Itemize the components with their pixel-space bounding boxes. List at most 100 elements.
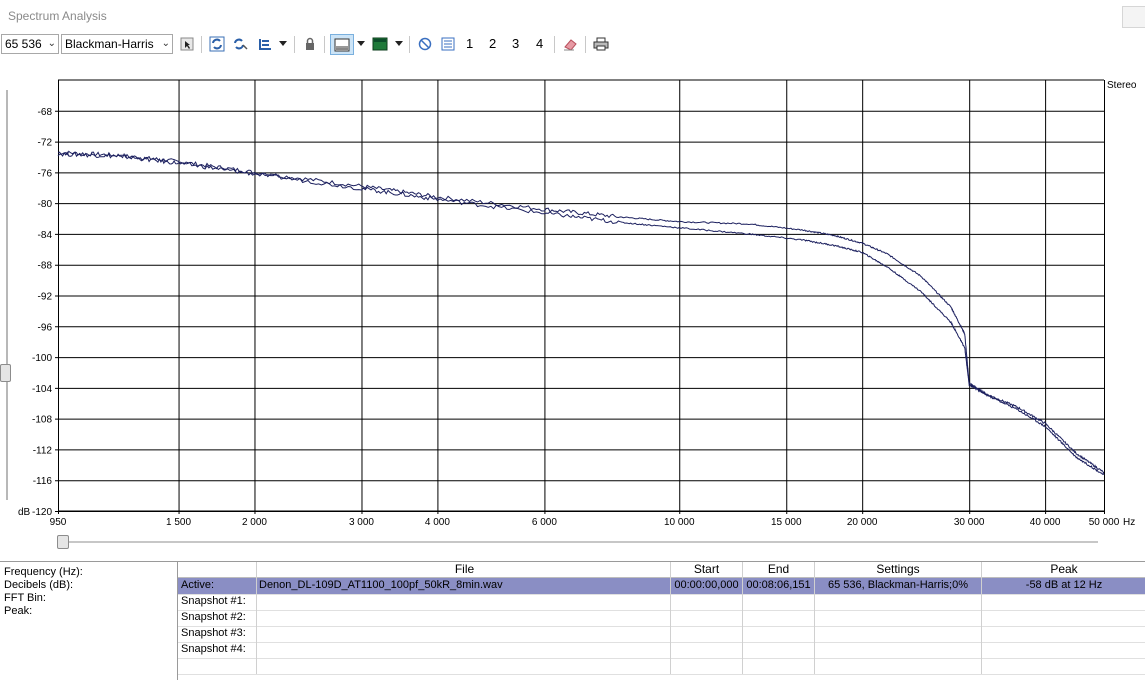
- spectrum-line-2: [57, 151, 1105, 476]
- amplitude-slider-track[interactable]: [6, 90, 8, 500]
- snapshot-2-button[interactable]: 2: [489, 36, 496, 51]
- x-axis-ticks: 950 1 500 2 000 3 000 4 000 6 000 10 000 15 000…: [50, 517, 1120, 528]
- toolbar-separator: [324, 36, 325, 53]
- table-cell-end: [743, 626, 815, 642]
- snapshot-4-button[interactable]: 4: [536, 36, 543, 51]
- graph-view-icon[interactable]: [330, 34, 354, 55]
- cursor-readout: Frequency (Hz): Decibels (dB): FFT Bin: …: [4, 566, 83, 618]
- table-header: File Start End Settings Peak: [178, 562, 1145, 578]
- table-cell: [178, 658, 257, 674]
- x-tick-label: 2 000: [242, 517, 267, 528]
- auto-refresh-icon[interactable]: [231, 35, 249, 53]
- table-cell-peak: [982, 594, 1145, 610]
- table-cell-settings: [815, 610, 982, 626]
- spectrum-line-1: [57, 150, 1104, 473]
- window-function-select[interactable]: Blackman-Harris ⌄: [61, 34, 173, 54]
- column-header[interactable]: [178, 562, 257, 578]
- table-cell-settings: 65 536, Blackman-Harris;0%: [815, 578, 982, 594]
- y-tick-label: -76: [38, 168, 53, 179]
- toolbar-separator: [409, 36, 410, 53]
- snapshot-row[interactable]: Snapshot #3:: [178, 626, 1145, 643]
- frequency-slider-track[interactable]: [58, 541, 1098, 543]
- scale-dropdown-arrow[interactable]: [279, 41, 287, 46]
- table-cell-end: [743, 594, 815, 610]
- column-header[interactable]: File: [257, 562, 671, 578]
- table-cell-peak: [982, 626, 1145, 642]
- table-cell-peak: [982, 610, 1145, 626]
- snapshot-row[interactable]: Snapshot #2:: [178, 610, 1145, 627]
- clear-icon[interactable]: [416, 35, 434, 53]
- chevron-down-icon: ⌄: [161, 38, 170, 49]
- snapshot-row[interactable]: Snapshot #1:: [178, 594, 1145, 611]
- y-tick-label: -88: [38, 261, 53, 272]
- lock-icon[interactable]: [301, 35, 319, 53]
- table-cell-label: Snapshot #1:: [178, 594, 257, 610]
- chevron-down-icon: ⌄: [47, 38, 56, 49]
- x-tick-label: 3 000: [349, 517, 374, 528]
- snapshot-list-icon[interactable]: [439, 35, 457, 53]
- y-tick-label: -120: [32, 507, 52, 518]
- column-header[interactable]: Settings: [815, 562, 982, 578]
- spectrogram-icon[interactable]: [371, 35, 389, 53]
- table-cell-start: [671, 626, 743, 642]
- y-tick-label: -108: [32, 415, 52, 426]
- column-header[interactable]: Start: [671, 562, 743, 578]
- table-cell-label: Snapshot #4:: [178, 642, 257, 658]
- table-cell-start: [671, 594, 743, 610]
- window-title: Spectrum Analysis: [8, 9, 107, 23]
- x-tick-label: 6 000: [532, 517, 557, 528]
- amplitude-slider-thumb[interactable]: [0, 364, 11, 382]
- table-cell: [257, 658, 671, 674]
- spectrum-chart: 950 1 500 2 000 3 000 4 000 6 000 10 000 15 000…: [18, 79, 1137, 528]
- x-tick-label: 1 500: [166, 517, 191, 528]
- table-cell-end: 00:08:06,151: [743, 578, 815, 594]
- table-cell: [982, 658, 1145, 674]
- snapshot-1-button[interactable]: 1: [466, 36, 473, 51]
- x-tick-label: 950: [50, 517, 67, 528]
- table-cell-file: [257, 610, 671, 626]
- toolbar-separator: [554, 36, 555, 53]
- frequency-slider-thumb[interactable]: [57, 535, 69, 549]
- frequency-label: Frequency (Hz):: [4, 566, 83, 578]
- channel-label: Stereo: [1107, 80, 1137, 91]
- window-close-button[interactable]: [1122, 6, 1145, 28]
- snapshot-row[interactable]: Snapshot #4:: [178, 642, 1145, 659]
- graph-view-dropdown-arrow[interactable]: [357, 41, 365, 46]
- fft-size-select[interactable]: 65 536 ⌄: [1, 34, 59, 54]
- y-tick-label: -84: [38, 230, 53, 241]
- table-cell-peak: -58 dB at 12 Hz: [1025, 579, 1103, 591]
- table-cell-file: Denon_DL-109D_AT1100_100pf_50kR_8min.wav: [257, 578, 671, 594]
- print-icon[interactable]: [592, 35, 610, 53]
- table-cell-file: [257, 626, 671, 642]
- x-tick-label: 15 000: [771, 517, 802, 528]
- chart-grid: [55, 79, 1105, 514]
- y-axis-unit: dB: [18, 507, 31, 518]
- table-cell-end: [743, 610, 815, 626]
- refresh-icon[interactable]: [208, 35, 226, 53]
- erase-icon[interactable]: [561, 35, 579, 53]
- x-tick-label: 40 000: [1030, 517, 1061, 528]
- y-tick-label: -100: [32, 353, 52, 364]
- column-header[interactable]: Peak: [982, 562, 1145, 578]
- scale-icon[interactable]: [256, 35, 274, 53]
- y-tick-label: -72: [38, 138, 53, 149]
- decibels-label: Decibels (dB):: [4, 579, 74, 591]
- table-cell: [743, 658, 815, 674]
- y-tick-label: -92: [38, 292, 53, 303]
- table-cell-settings: [815, 594, 982, 610]
- select-cursor-icon[interactable]: [178, 35, 196, 53]
- chart-series: [57, 150, 1105, 476]
- column-header[interactable]: End: [743, 562, 815, 578]
- y-tick-label: -96: [38, 322, 53, 333]
- y-axis-ticks: -68 -72 -76 -80 -84 -88 -92 -96 -100 -104 -108 -112…: [18, 107, 52, 518]
- active-row[interactable]: Active: Denon_DL-109D_AT1100_100pf_50kR_8…: [178, 578, 1145, 595]
- spectrogram-dropdown-arrow[interactable]: [395, 41, 403, 46]
- table-cell-start: 00:00:00,000: [671, 578, 743, 594]
- x-tick-label: 50 000: [1089, 517, 1120, 528]
- y-tick-label: -104: [32, 384, 52, 395]
- toolbar: 65 536 ⌄ Blackman-Harris ⌄ 1 2 3 4: [0, 32, 1145, 58]
- snapshot-3-button[interactable]: 3: [512, 36, 519, 51]
- table-cell-settings: [815, 626, 982, 642]
- y-tick-label: -80: [38, 199, 53, 210]
- info-panel: Frequency (Hz): Decibels (dB): FFT Bin: …: [0, 561, 1145, 681]
